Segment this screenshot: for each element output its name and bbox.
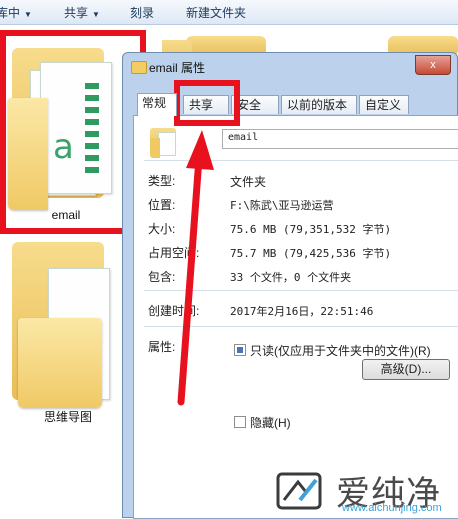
aichunjing-logo-icon: [276, 472, 322, 510]
red-arrow-annotation: [177, 130, 214, 406]
tab-general[interactable]: 常规: [137, 93, 177, 116]
watermark-url: www.aichunjing.com: [342, 502, 442, 514]
